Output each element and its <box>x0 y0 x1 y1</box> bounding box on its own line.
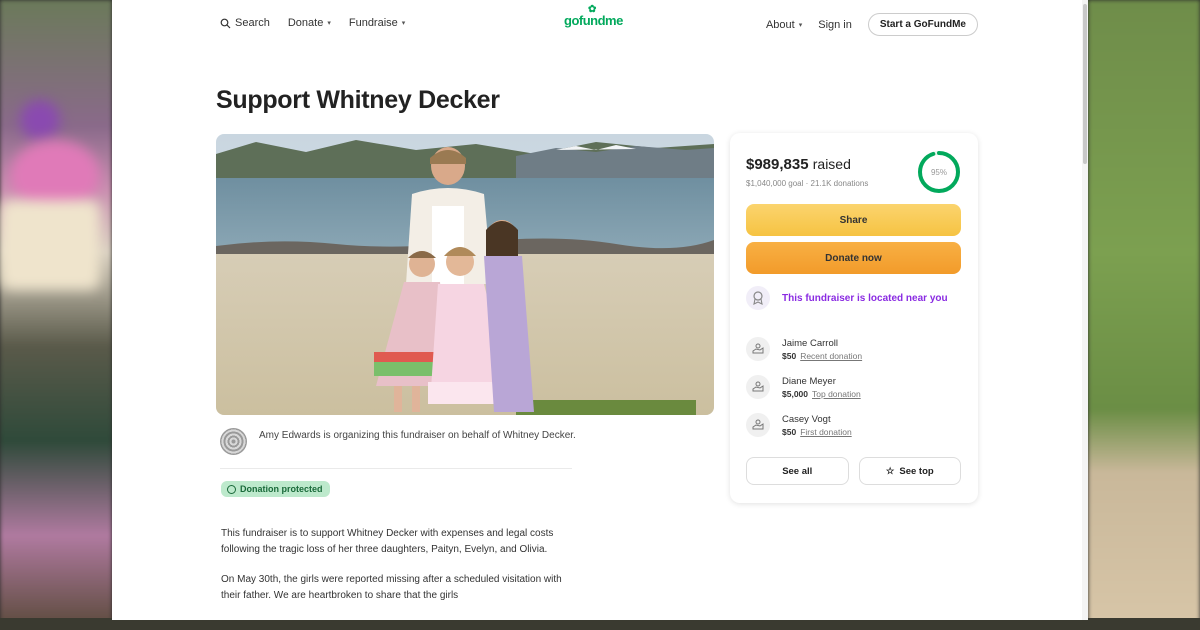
near-you-text: This fundraiser is located near you <box>782 292 948 304</box>
story-paragraph: On May 30th, the girls were reported mis… <box>221 574 562 601</box>
logo-text: gofundme <box>564 13 623 28</box>
search-link[interactable]: Search <box>220 17 270 29</box>
donation-amount: $5,000 <box>782 388 808 399</box>
campaign-title: Support Whitney Decker <box>216 86 500 114</box>
search-label: Search <box>235 17 270 29</box>
donation-hand-icon <box>746 375 770 399</box>
gofundme-logo[interactable]: ✿ gofundme <box>564 4 623 28</box>
nav-right: About ▾ Sign in Start a GoFundMe <box>766 13 978 36</box>
see-all-button[interactable]: See all <box>746 457 849 485</box>
see-top-label: See top <box>899 465 934 477</box>
gofundme-page: Search Donate ▾ Fundraise ▾ ✿ gofundme A… <box>112 0 1088 620</box>
card-actions: See all ☆ See top <box>746 457 961 485</box>
protected-label: Donation protected <box>240 484 323 494</box>
progress-ring: 95% <box>918 151 960 193</box>
donation-tag[interactable]: Top donation <box>812 389 861 399</box>
start-gofundme-button[interactable]: Start a GoFundMe <box>867 13 978 36</box>
donations-list: Jaime Carroll $50 Recent donation Diane M… <box>746 330 961 444</box>
about-menu[interactable]: About ▾ <box>766 19 802 31</box>
raised-amount: $989,835 <box>746 156 809 173</box>
donation-hand-icon <box>746 337 770 361</box>
donation-meta: $50 First donation <box>782 426 852 438</box>
campaign-story: This fundraiser is to support Whitney De… <box>221 526 581 618</box>
campaign-photo[interactable] <box>216 134 714 415</box>
donation-tag[interactable]: Recent donation <box>800 351 862 361</box>
about-menu-label: About <box>765 18 795 31</box>
amount-raised: $989,835 raised <box>746 156 851 173</box>
nav-left: Search Donate ▾ Fundraise ▾ <box>220 17 405 29</box>
list-item: Diane Meyer $5,000 Top donation <box>746 368 961 406</box>
star-icon: ☆ <box>885 465 895 477</box>
donate-menu[interactable]: Donate ▾ <box>288 17 331 29</box>
shield-icon <box>227 484 236 494</box>
site-header: Search Donate ▾ Fundraise ▾ ✿ gofundme A… <box>112 0 1088 50</box>
donor-name: Casey Vogt <box>782 413 831 425</box>
signin-link[interactable]: Sign in <box>818 19 852 31</box>
share-button[interactable]: Share <box>746 204 961 236</box>
progress-percent: 95% <box>931 168 947 177</box>
avatar <box>220 428 247 455</box>
donate-menu-label: Donate <box>287 17 324 29</box>
donate-now-button[interactable]: Donate now <box>746 242 961 274</box>
donation-meta: $5,000 Top donation <box>782 388 861 400</box>
list-item: Jaime Carroll $50 Recent donation <box>746 330 961 368</box>
see-top-button[interactable]: ☆ See top <box>858 457 961 485</box>
divider <box>220 468 572 469</box>
sprout-icon: ✿ <box>588 4 596 15</box>
donor-name: Jaime Carroll <box>782 337 838 349</box>
donor-name: Diane Meyer <box>782 375 836 387</box>
donation-tag[interactable]: First donation <box>800 427 852 437</box>
donation-amount: $50 <box>782 350 797 361</box>
location-badge-icon <box>746 286 770 310</box>
search-icon <box>220 18 231 29</box>
near-you-notice: This fundraiser is located near you <box>746 286 948 310</box>
organizer-text: Amy Edwards is organizing this fundraise… <box>259 430 576 441</box>
story-paragraph: This fundraiser is to support Whitney De… <box>221 528 554 555</box>
donation-protected-badge[interactable]: Donation protected <box>221 481 330 497</box>
scrollbar[interactable] <box>1082 0 1088 620</box>
organizer-info: Amy Edwards is organizing this fundraise… <box>220 428 576 455</box>
fundraise-menu[interactable]: Fundraise ▾ <box>349 17 405 29</box>
donation-card: $989,835 raised $1,040,000 goal · 21.1K … <box>730 133 978 503</box>
donation-meta: $50 Recent donation <box>782 350 862 362</box>
raised-suffix: raised <box>812 156 851 172</box>
donation-amount: $50 <box>782 426 797 437</box>
goal-text: $1,040,000 goal · 21.1K donations <box>746 179 869 188</box>
signin-label: Sign in <box>818 18 852 31</box>
blurred-background-right <box>1088 0 1200 630</box>
donation-hand-icon <box>746 413 770 437</box>
chevron-down-icon: ▾ <box>798 21 803 29</box>
chevron-down-icon: ▾ <box>327 20 331 27</box>
fundraise-menu-label: Fundraise <box>348 17 398 29</box>
blurred-background-left <box>0 0 112 630</box>
list-item: Casey Vogt $50 First donation <box>746 406 961 444</box>
chevron-down-icon: ▾ <box>401 20 406 27</box>
see-all-label: See all <box>782 465 813 477</box>
